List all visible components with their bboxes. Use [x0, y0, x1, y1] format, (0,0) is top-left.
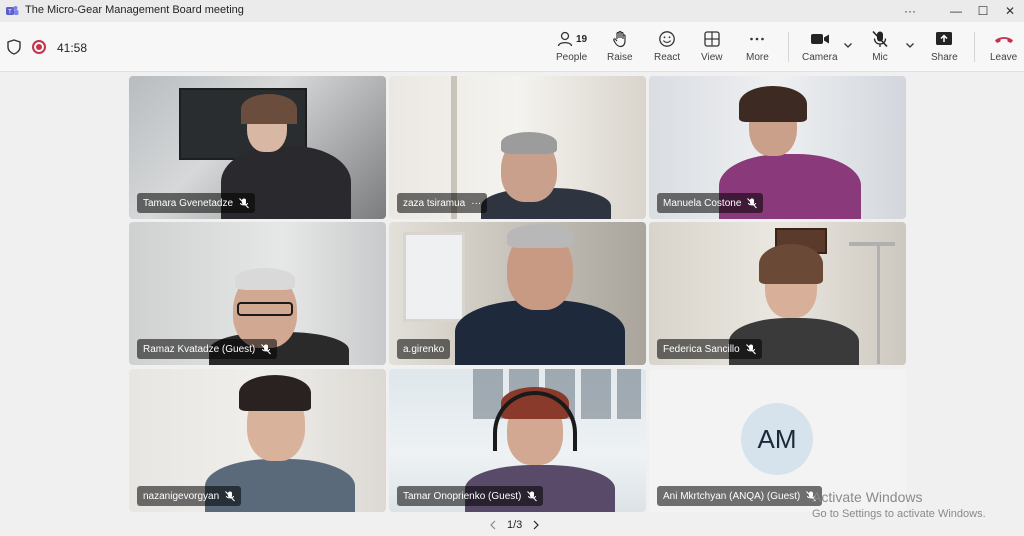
participant-tile-nazanigevorgyan[interactable]: nazanigevorgyan — [129, 369, 386, 512]
watermark-subtitle: Go to Settings to activate Windows. — [812, 508, 986, 520]
mic-button[interactable]: Mic — [871, 28, 889, 68]
participant-hair — [759, 244, 823, 284]
svg-text:T: T — [8, 10, 12, 16]
teams-app-icon: T — [6, 6, 19, 16]
more-label: More — [746, 52, 769, 63]
participant-hair — [235, 268, 295, 290]
view-label: View — [701, 52, 723, 63]
close-window-button[interactable]: ✕ — [992, 0, 1024, 22]
more-button[interactable]: More — [746, 28, 769, 68]
participant-tile-tamara-gvenetadze[interactable]: Tamara Gvenetadze — [129, 76, 386, 219]
gallery-pager: 1/3 — [489, 519, 540, 531]
activate-windows-watermark: Activate Windows Go to Settings to activ… — [812, 489, 986, 520]
participant-name-tag: nazanigevorgyan — [137, 486, 242, 506]
avatar: AM — [741, 403, 813, 475]
lamp-pole — [877, 244, 880, 364]
more-dots-icon — [750, 37, 765, 41]
raise-hand-button[interactable]: Raise — [607, 28, 633, 68]
participant-name-tag: a.girenko — [397, 339, 451, 359]
participant-hair — [507, 224, 573, 248]
participant-name-tag: Federica Sancillo — [657, 339, 762, 359]
react-button[interactable]: React — [654, 28, 680, 68]
mic-off-icon — [261, 343, 272, 354]
mic-off-icon — [745, 343, 756, 354]
mic-options-chevron-down-icon[interactable] — [905, 40, 915, 50]
lamp — [849, 242, 895, 246]
participant-tile-tamar-onoprienko[interactable]: Tamar Onoprienko (Guest) — [389, 369, 646, 512]
participant-tile-federica-sancillo[interactable]: Federica Sancillo — [649, 222, 906, 365]
mic-off-icon — [527, 490, 538, 501]
people-button[interactable]: 19 People — [556, 28, 587, 68]
leave-button[interactable]: Leave — [990, 28, 1017, 68]
participant-hair — [501, 132, 557, 154]
mic-off-icon — [872, 30, 888, 48]
watermark-title: Activate Windows — [812, 489, 923, 505]
page-indicator: 1/3 — [507, 519, 523, 531]
mic-off-icon — [239, 197, 249, 208]
people-icon — [557, 31, 573, 47]
mic-off-icon — [747, 197, 758, 208]
window-more-button[interactable]: ··· — [892, 0, 928, 22]
hang-up-phone-icon — [994, 37, 1013, 43]
participant-name-tag: Tamara Gvenetadze — [137, 193, 256, 213]
camera-options-chevron-down-icon[interactable] — [843, 40, 853, 50]
view-button[interactable]: View — [701, 28, 723, 68]
camera-icon — [810, 34, 829, 44]
participant-tile-ramaz-kvatadze[interactable]: Ramaz Kvatadze (Guest) — [129, 222, 386, 365]
participant-more-icon[interactable]: ··· — [471, 198, 481, 209]
meeting-timer: 41:58 — [57, 41, 88, 55]
participant-name-tag: zaza tsiramua ··· — [397, 193, 488, 213]
mic-off-icon — [225, 490, 236, 501]
participant-name-tag: Tamar Onoprienko (Guest) — [397, 486, 544, 506]
share-screen-icon — [936, 32, 953, 45]
share-button[interactable]: Share — [931, 28, 958, 68]
react-label: React — [654, 52, 681, 63]
participant-hair — [739, 86, 807, 122]
camera-label: Camera — [802, 52, 838, 63]
shield-icon[interactable] — [7, 39, 21, 55]
share-label: Share — [931, 52, 958, 63]
participant-tile-zaza-tsiramua[interactable]: zaza tsiramua ··· — [389, 76, 646, 219]
toolbar-divider — [974, 32, 975, 62]
chevron-right-icon[interactable] — [532, 520, 540, 530]
glasses — [237, 302, 293, 316]
recording-indicator-icon — [32, 40, 46, 54]
hand-icon — [612, 30, 626, 48]
mic-label: Mic — [872, 52, 888, 63]
participant-name-tag: Manuela Costone — [657, 193, 764, 213]
meeting-toolbar: 41:58 19 People Raise React View More Ca… — [0, 22, 1024, 72]
camera-button[interactable]: Camera — [802, 28, 838, 68]
leave-label: Leave — [990, 52, 1018, 63]
participant-hair — [239, 375, 311, 411]
participant-hair — [241, 94, 297, 124]
grid-view-icon — [704, 31, 720, 47]
people-count: 19 — [576, 33, 588, 45]
emoji-icon — [659, 31, 675, 47]
title-bar: T The Micro-Gear Management Board meetin… — [0, 0, 1024, 22]
raise-label: Raise — [607, 52, 633, 63]
window-title: The Micro-Gear Management Board meeting — [25, 4, 244, 16]
participant-name-tag: Ani Mkrtchyan (ANQA) (Guest) — [657, 486, 823, 506]
participant-tile-manuela-costone[interactable]: Manuela Costone — [649, 76, 906, 219]
window-pane — [403, 232, 465, 322]
toolbar-divider — [788, 32, 789, 62]
participant-name-tag: Ramaz Kvatadze (Guest) — [137, 339, 278, 359]
participant-tile-a-girenko[interactable]: a.girenko — [389, 222, 646, 365]
people-label: People — [556, 52, 588, 63]
chevron-left-icon[interactable] — [489, 520, 497, 530]
